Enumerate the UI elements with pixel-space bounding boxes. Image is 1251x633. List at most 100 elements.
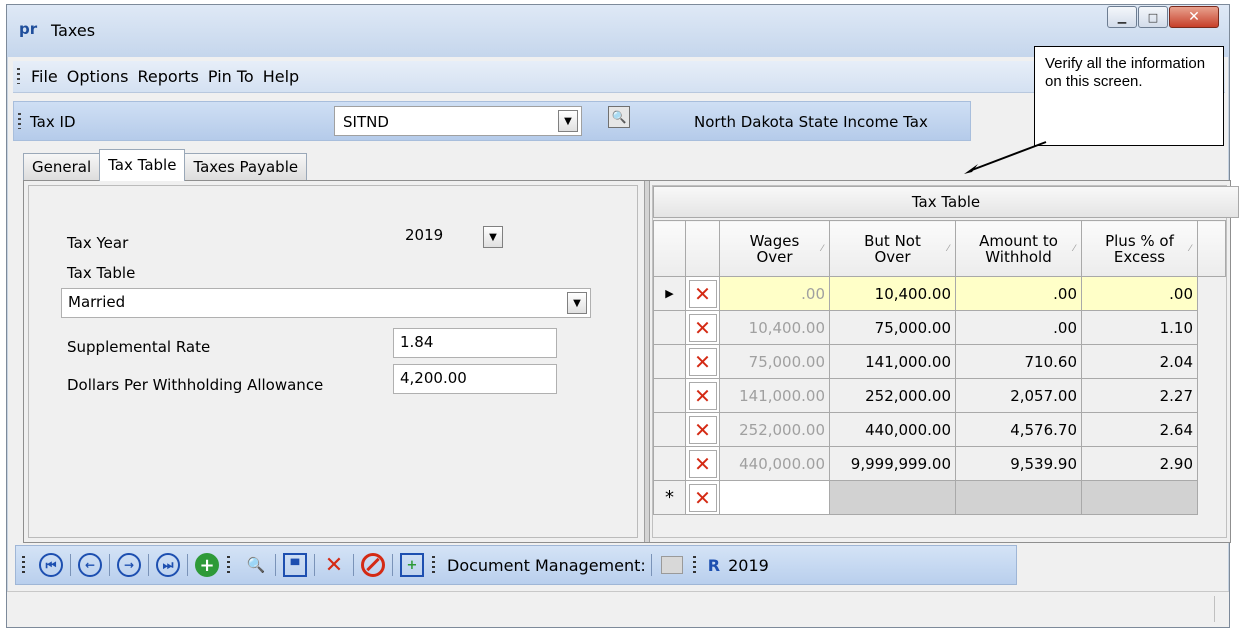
previous-record-icon[interactable]: ← bbox=[78, 553, 102, 577]
table-cell[interactable]: .00 bbox=[719, 276, 830, 311]
tax-year-select[interactable]: 2019 ▼ bbox=[399, 222, 511, 252]
toolbar-grip-icon[interactable] bbox=[22, 556, 25, 574]
table-row[interactable]: ✕ 141,000.00 252,000.00 2,057.00 2.27 bbox=[653, 378, 1226, 413]
table-cell[interactable]: 710.60 bbox=[955, 344, 1082, 379]
toolbar-grip-icon[interactable] bbox=[227, 556, 230, 574]
next-record-icon[interactable]: → bbox=[117, 553, 141, 577]
taxid-grip-icon[interactable] bbox=[18, 113, 21, 129]
row-delete-cell[interactable]: ✕ bbox=[685, 412, 720, 447]
close-button[interactable]: ✕ bbox=[1169, 6, 1219, 28]
table-row[interactable]: ✕ 10,400.00 75,000.00.00 1.10 bbox=[653, 310, 1226, 345]
table-cell[interactable]: 10,400.00 bbox=[829, 276, 956, 311]
row-selector[interactable]: ▶ bbox=[653, 276, 686, 311]
delete-row-icon[interactable]: ✕ bbox=[688, 483, 717, 512]
save-icon[interactable]: ▀ bbox=[283, 553, 307, 577]
delete-row-icon[interactable]: ✕ bbox=[688, 381, 717, 410]
row-delete-cell[interactable]: ✕ bbox=[685, 276, 720, 311]
binoculars-icon[interactable]: 🔍 bbox=[608, 106, 630, 128]
row-selector[interactable] bbox=[653, 310, 686, 345]
tax-table-select[interactable]: Married ▼ bbox=[61, 288, 591, 318]
maximize-button[interactable]: □ bbox=[1138, 6, 1168, 28]
chevron-down-icon[interactable]: ▼ bbox=[558, 110, 578, 132]
table-cell[interactable] bbox=[719, 480, 830, 515]
column-header[interactable]: Wages Over ⁄ bbox=[719, 220, 830, 277]
table-row[interactable]: ✕ 252,000.00 440,000.00 4,576.70 2.64 bbox=[653, 412, 1226, 447]
report-icon[interactable]: R bbox=[708, 556, 720, 575]
row-delete-cell[interactable]: ✕ bbox=[685, 310, 720, 345]
delete-row-icon[interactable]: ✕ bbox=[688, 449, 717, 478]
table-cell[interactable]: 252,000.00 bbox=[829, 378, 956, 413]
binoculars-icon[interactable]: 🔍 bbox=[244, 553, 268, 577]
delete-row-icon[interactable]: ✕ bbox=[688, 313, 717, 342]
tab-tax-table[interactable]: Tax Table bbox=[99, 149, 186, 181]
last-record-icon[interactable]: ⏭ bbox=[156, 553, 180, 577]
table-cell[interactable]: 9,999,999.00 bbox=[829, 446, 956, 481]
table-cell[interactable]: 2.90 bbox=[1081, 446, 1198, 481]
table-cell[interactable] bbox=[829, 480, 956, 515]
column-header[interactable]: But Not Over ⁄ bbox=[829, 220, 956, 277]
table-row[interactable]: ▶ ✕ .00 10,400.00.00.00 bbox=[653, 276, 1226, 311]
table-cell[interactable]: 2.27 bbox=[1081, 378, 1198, 413]
table-row[interactable]: ✕ 440,000.00 9,999,999.00 9,539.90 2.90 bbox=[653, 446, 1226, 481]
minimize-button[interactable]: ▁ bbox=[1107, 6, 1137, 28]
table-cell[interactable]: 440,000.00 bbox=[829, 412, 956, 447]
table-cell[interactable]: 10,400.00 bbox=[719, 310, 830, 345]
table-cell[interactable]: 1.10 bbox=[1081, 310, 1198, 345]
add-icon[interactable]: + bbox=[195, 553, 219, 577]
menu-item-pin-to[interactable]: Pin To bbox=[208, 67, 254, 86]
tab-taxes-payable[interactable]: Taxes Payable bbox=[184, 153, 308, 181]
row-selector[interactable] bbox=[653, 378, 686, 413]
table-cell[interactable]: 141,000.00 bbox=[829, 344, 956, 379]
table-cell[interactable] bbox=[1081, 480, 1198, 515]
table-cell[interactable]: 2.64 bbox=[1081, 412, 1198, 447]
column-header[interactable]: Plus % of Excess ⁄ bbox=[1081, 220, 1198, 277]
resize-grip-icon[interactable] bbox=[1214, 596, 1215, 622]
row-delete-cell[interactable]: ✕ bbox=[685, 378, 720, 413]
menu-item-options[interactable]: Options bbox=[67, 67, 129, 86]
table-cell[interactable]: 4,576.70 bbox=[955, 412, 1082, 447]
row-delete-cell[interactable]: ✕ bbox=[685, 344, 720, 379]
table-cell[interactable]: 75,000.00 bbox=[829, 310, 956, 345]
table-cell[interactable] bbox=[955, 480, 1082, 515]
table-cell[interactable]: 2,057.00 bbox=[955, 378, 1082, 413]
row-selector[interactable] bbox=[653, 446, 686, 481]
tax-id-combo[interactable]: SITND ▼ bbox=[334, 106, 582, 136]
delete-row-icon[interactable]: ✕ bbox=[688, 415, 717, 444]
table-cell[interactable]: 252,000.00 bbox=[719, 412, 830, 447]
toolbar-grip-icon[interactable] bbox=[692, 556, 696, 574]
toolbar-grip-icon[interactable] bbox=[432, 556, 435, 574]
chevron-down-icon[interactable]: ▼ bbox=[483, 226, 503, 248]
row-selector[interactable] bbox=[653, 412, 686, 447]
panel-splitter[interactable] bbox=[644, 181, 650, 542]
menu-item-reports[interactable]: Reports bbox=[138, 67, 199, 86]
save-new-icon[interactable]: + bbox=[400, 553, 424, 577]
delete-row-icon[interactable]: ✕ bbox=[688, 279, 717, 308]
delete-icon[interactable]: ✕ bbox=[322, 553, 346, 578]
row-delete-cell[interactable]: ✕ bbox=[685, 446, 720, 481]
first-record-icon[interactable]: ⏮ bbox=[39, 553, 63, 577]
row-selector[interactable] bbox=[653, 344, 686, 379]
folder-search-icon[interactable] bbox=[660, 556, 683, 574]
menu-item-file[interactable]: File bbox=[31, 67, 58, 86]
column-header[interactable]: Amount to Withhold ⁄ bbox=[955, 220, 1082, 277]
table-cell[interactable]: 9,539.90 bbox=[955, 446, 1082, 481]
chevron-down-icon[interactable]: ▼ bbox=[567, 292, 587, 314]
document-management-label: Document Management: bbox=[447, 555, 646, 575]
supplemental-rate-input[interactable]: 1.84 bbox=[393, 328, 557, 358]
table-cell[interactable]: 141,000.00 bbox=[719, 378, 830, 413]
table-row[interactable]: ✕ 75,000.00 141,000.00 710.60 2.04 bbox=[653, 344, 1226, 379]
menu-grip-icon[interactable] bbox=[17, 68, 20, 84]
row-delete-cell[interactable]: ✕ bbox=[685, 480, 720, 515]
table-cell[interactable]: .00 bbox=[955, 276, 1082, 311]
new-row[interactable]: * ✕ bbox=[653, 480, 1226, 515]
table-cell[interactable]: 2.04 bbox=[1081, 344, 1198, 379]
cancel-icon[interactable] bbox=[361, 553, 385, 577]
menu-item-help[interactable]: Help bbox=[263, 67, 299, 86]
table-cell[interactable]: 75,000.00 bbox=[719, 344, 830, 379]
table-cell[interactable]: 440,000.00 bbox=[719, 446, 830, 481]
tab-general[interactable]: General bbox=[23, 153, 101, 181]
dollars-allowance-input[interactable]: 4,200.00 bbox=[393, 364, 557, 394]
table-cell[interactable]: .00 bbox=[1081, 276, 1198, 311]
table-cell[interactable]: .00 bbox=[955, 310, 1082, 345]
delete-row-icon[interactable]: ✕ bbox=[688, 347, 717, 376]
